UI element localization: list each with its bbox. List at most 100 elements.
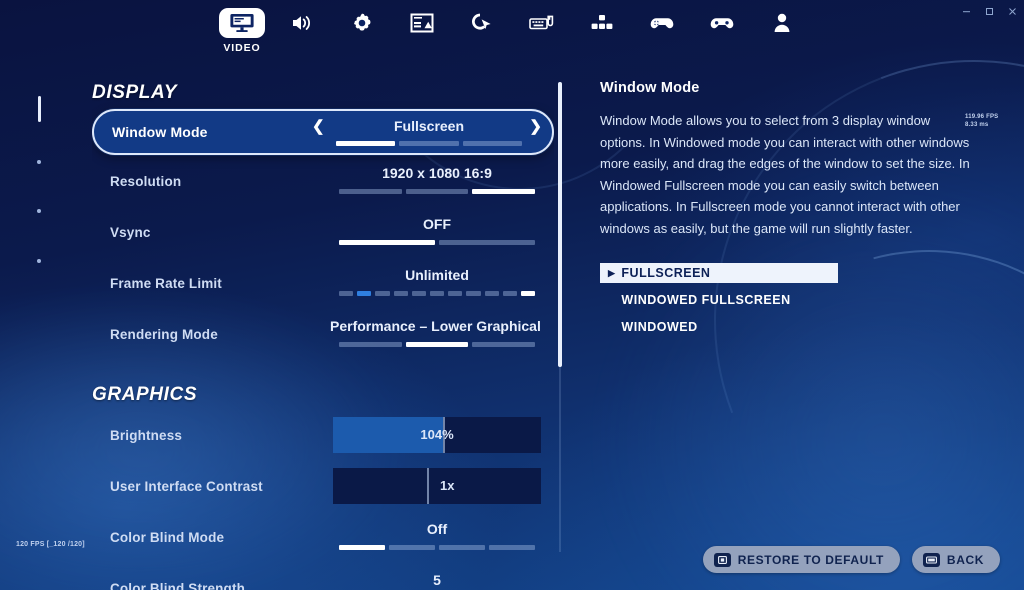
tab-video-label: VIDEO [223,42,261,54]
setting-control-vsync: OFF [330,207,544,257]
setting-row-user-interface-contrast[interactable]: User Interface Contrast 1x [92,461,554,511]
setting-value-color-blind-mode: Off [426,521,448,537]
selected-caret-icon: ▶ [608,267,616,278]
setting-row-color-blind-strength[interactable]: Color Blind Strength 5 [92,563,554,590]
tab-controller-settings[interactable] [639,8,685,38]
setting-control-resolution: 1920 x 1080 16:9 [330,156,544,206]
setting-label-resolution: Resolution [110,173,182,189]
setting-label-window-mode: Window Mode [112,124,208,140]
option-windowed-fullscreen[interactable]: ▶ WINDOWED FULLSCREEN [600,290,838,310]
tab-builds[interactable] [579,8,625,38]
performance-readout: 120 FPS [_120 /120] [16,541,85,548]
segment-indicator [336,141,522,146]
blocks-icon [591,15,613,29]
option-label: WINDOWED FULLSCREEN [621,293,791,307]
section-heading-display: DISPLAY [92,82,178,103]
setting-row-color-blind-mode[interactable]: Color Blind Mode Off [92,512,554,562]
setting-label-frame-rate-limit: Frame Rate Limit [110,275,222,291]
settings-screen: VIDEO DISPLAY Window Mode ❮ ❯ Fullscreen… [0,0,1024,590]
setting-row-frame-rate-limit[interactable]: Frame Rate Limit Unlimited [92,258,554,308]
restore-to-default-button[interactable]: RESTORE TO DEFAULT [702,546,900,573]
back-label: BACK [946,552,984,567]
setting-control-window-mode: ❮ ❯ Fullscreen [312,111,542,153]
minimize-button[interactable] [955,0,978,22]
setting-label-brightness: Brightness [110,427,183,443]
setting-value-brightness: 104% [420,427,454,442]
maximize-button[interactable] [978,0,1001,22]
controller-wheel-icon [650,18,674,29]
segment-indicator [339,545,535,550]
tab-game[interactable] [339,8,385,38]
gear-icon [354,13,371,31]
setting-value-resolution: 1920 x 1080 16:9 [382,165,492,181]
setting-control-rendering-mode: Performance – Lower Graphical Fidelity [330,309,544,359]
page-indicator-dot[interactable] [37,209,41,213]
window-mode-options: ▶ FULLSCREEN ▶ WINDOWED FULLSCREEN ▶ WIN… [600,263,992,337]
setting-value-vsync: OFF [423,216,451,232]
page-indicator-active[interactable] [37,96,41,122]
setting-row-brightness[interactable]: Brightness 104% [92,410,554,460]
window-controls [955,0,1024,22]
contrast-slider[interactable]: 1x [333,468,541,504]
tab-account[interactable] [759,8,805,38]
fps-value: 119.96 FPS [965,114,999,120]
account-icon [774,13,790,32]
setting-control-color-blind-strength: 5 [330,563,544,590]
restore-to-default-label: RESTORE TO DEFAULT [737,552,884,567]
settings-scrollbar-thumb[interactable] [558,82,562,367]
tab-gamepad[interactable] [699,8,745,38]
page-indicator-dot[interactable] [37,259,41,263]
setting-label-color-blind-mode: Color Blind Mode [110,529,225,545]
option-windowed[interactable]: ▶ WINDOWED [600,317,838,337]
page-indicator-dot[interactable] [37,160,41,164]
touch-pointer-icon [471,13,491,30]
close-button[interactable] [1001,0,1024,22]
setting-control-color-blind-mode: Off [330,512,544,562]
option-fullscreen[interactable]: ▶ FULLSCREEN [600,263,838,283]
footer-actions: RESTORE TO DEFAULT BACK [702,546,1000,573]
tab-hud-layout[interactable] [399,8,445,38]
setting-value-frame-rate-limit: Unlimited [405,267,469,283]
section-heading-graphics: GRAPHICS [92,384,198,405]
keyboard-icon [529,15,554,30]
setting-label-vsync: Vsync [110,224,151,240]
setting-control-brightness: 104% [330,410,544,460]
setting-label-rendering-mode: Rendering Mode [110,326,218,342]
info-panel: Window Mode Window Mode allows you to se… [600,80,992,344]
monitor-icon [230,14,254,32]
option-label: FULLSCREEN [621,266,711,280]
info-panel-description: Window Mode allows you to select from 3 … [600,113,970,236]
setting-value-user-interface-contrast: 1x [440,478,455,493]
hud-layout-icon [410,13,434,33]
tab-video[interactable]: VIDEO [219,8,265,54]
gamepad-icon [710,18,734,29]
setting-label-color-blind-strength: Color Blind Strength [110,580,245,590]
segment-indicator [339,291,536,296]
tab-video-icon-wrap [219,8,265,38]
setting-control-user-interface-contrast: 1x [330,461,544,511]
setting-row-vsync[interactable]: Vsync OFF [92,207,554,257]
info-panel-title: Window Mode [600,80,700,96]
setting-control-frame-rate-limit: Unlimited [330,258,544,308]
maximize-icon [986,7,993,15]
fps-overlay: 119.96 FPS 8.33 ms [965,113,998,129]
tab-audio[interactable] [279,8,325,38]
setting-value-window-mode: Fullscreen [393,118,465,134]
tab-keyboard[interactable] [519,8,565,38]
setting-row-resolution[interactable]: Resolution 1920 x 1080 16:9 [92,156,554,206]
segment-indicator [339,189,536,194]
back-button[interactable]: BACK [911,546,1000,573]
frametime-value: 8.33 ms [965,122,989,128]
tab-input[interactable] [459,8,505,38]
setting-label-user-interface-contrast: User Interface Contrast [110,478,263,494]
key-wide-icon [922,552,940,567]
setting-value-rendering-mode: Performance – Lower Graphical Fidelity [330,318,544,334]
setting-row-rendering-mode[interactable]: Rendering Mode Performance – Lower Graph… [92,309,554,359]
settings-list: DISPLAY Window Mode ❮ ❯ Fullscreen Resol… [92,78,554,590]
settings-category-tabs: VIDEO [0,8,1024,54]
brightness-slider[interactable]: 104% [333,417,541,453]
setting-row-window-mode[interactable]: Window Mode ❮ ❯ Fullscreen [92,109,554,155]
segment-indicator [339,342,536,347]
minimize-icon [963,10,970,12]
segment-indicator [339,240,535,245]
